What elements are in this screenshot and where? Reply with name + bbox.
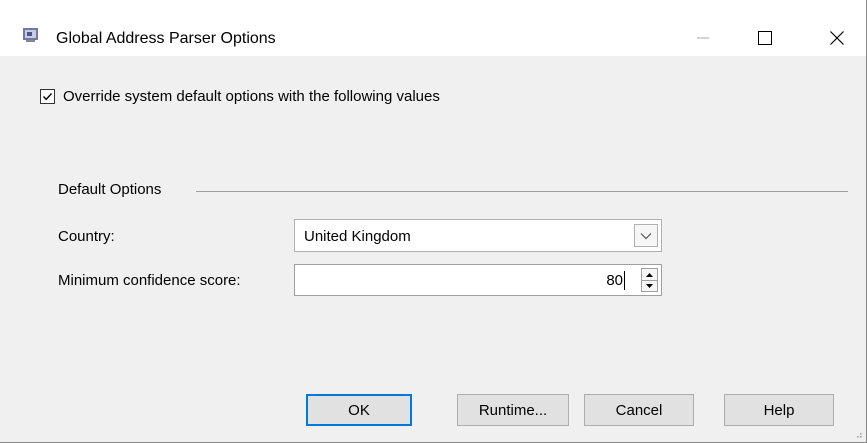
window-title: Global Address Parser Options [56,30,276,47]
cancel-button[interactable]: Cancel [584,394,694,426]
override-option[interactable]: Override system default options with the… [40,88,440,105]
maximize-icon [758,31,772,45]
arrow-up-icon [646,272,653,277]
country-dropdown-button[interactable] [634,224,658,247]
country-label: Country: [58,228,115,245]
country-dropdown[interactable]: United Kingdom [294,219,662,252]
arrow-down-icon [646,283,653,288]
confidence-score-stepper[interactable]: 80 [294,264,662,296]
country-selected-value: United Kingdom [304,228,411,245]
close-icon [830,31,844,45]
help-button[interactable]: Help [724,394,834,426]
spinner-control[interactable] [641,268,658,292]
group-divider [196,191,848,192]
ok-button[interactable]: OK [306,394,412,426]
text-caret [624,271,625,290]
app-icon [22,26,39,43]
confidence-label: Minimum confidence score: [58,272,241,289]
dialog-window: Global Address Parser Options Override s… [0,0,867,443]
minimize-button[interactable] [680,20,726,56]
runtime-button[interactable]: Runtime... [457,394,569,426]
checkmark-icon [42,93,53,101]
close-button[interactable] [814,20,860,56]
resize-grip-icon[interactable] [854,430,862,438]
override-label[interactable]: Override system default options with the… [63,88,440,105]
maximize-button[interactable] [742,20,788,56]
default-options-heading: Default Options [58,181,162,198]
spin-down-button[interactable] [642,280,657,291]
confidence-score-value[interactable]: 80 [606,272,623,289]
minimize-icon [697,37,709,39]
chevron-down-icon [640,232,652,239]
title-bar[interactable]: Global Address Parser Options [0,0,866,56]
override-checkbox[interactable] [40,89,55,104]
